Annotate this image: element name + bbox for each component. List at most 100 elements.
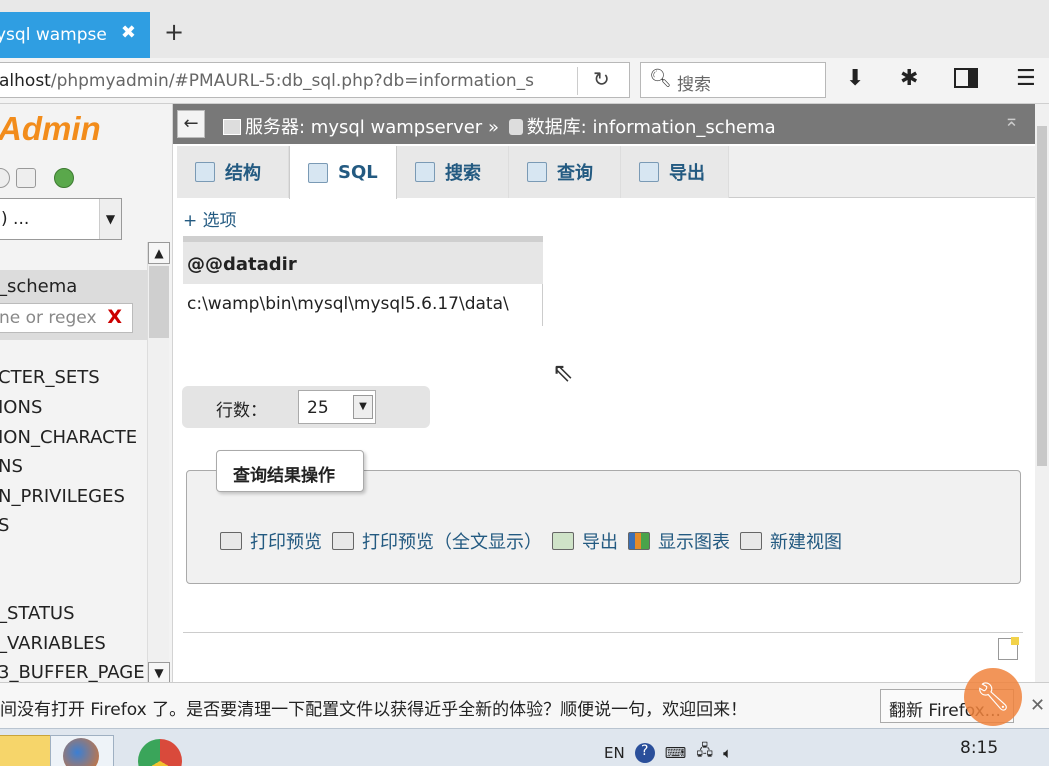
filter-placeholder: ne or regex bbox=[0, 308, 97, 328]
folder-icon[interactable] bbox=[0, 735, 54, 766]
url-bar[interactable]: alhost/phpmyadmin/#PMAURL-5:db_sql.php?d… bbox=[0, 62, 630, 98]
database-icon bbox=[508, 119, 523, 135]
tab-title: ysql wampse bbox=[0, 25, 107, 45]
navigation-scrollbar[interactable]: ▲ ▼ bbox=[147, 242, 170, 684]
display-chart-link[interactable]: 显示图表 bbox=[628, 528, 730, 554]
notification-bar: 间没有打开 Firefox 了。是否要清理一下配置文件以获得近乎全新的体验？顺便… bbox=[0, 682, 1049, 728]
url-text: alhost/phpmyadmin/#PMAURL-5:db_sql.php?d… bbox=[0, 71, 534, 91]
search-icon: 🔍︎ bbox=[649, 68, 672, 89]
url-divider bbox=[577, 67, 578, 95]
main-scrollbar[interactable] bbox=[1035, 104, 1049, 682]
scroll-down-icon[interactable]: ▼ bbox=[148, 662, 170, 684]
chart-icon bbox=[628, 532, 650, 550]
print-preview-full-link[interactable]: 打印预览（全文显示） bbox=[332, 528, 542, 554]
reload-nav-icon[interactable] bbox=[54, 168, 74, 188]
wrench-icon[interactable]: 🔧︎ bbox=[964, 668, 1022, 726]
options-link[interactable]: + 选项 bbox=[183, 206, 237, 231]
operations-legend: 查询结果操作 bbox=[216, 450, 364, 492]
tab-strip bbox=[0, 0, 1049, 58]
collapse-icon[interactable]: ⌅ bbox=[1004, 110, 1019, 131]
column-name: @@datadir bbox=[187, 254, 297, 275]
print-icon bbox=[220, 532, 242, 550]
table-item[interactable]: CTER_SETS bbox=[0, 367, 100, 388]
print-icon bbox=[332, 532, 354, 550]
print-preview-link[interactable]: 打印预览 bbox=[220, 528, 322, 554]
tab-sql[interactable]: SQL bbox=[289, 146, 397, 199]
system-tray: EN ? ⌨ 🖧 🔈︎ bbox=[604, 740, 732, 765]
breadcrumb-bar: ← 服务器: mysql wampserver » 数据库: informati… bbox=[173, 104, 1035, 144]
main-tabs: 结构 SQL 搜索 查询 导出 bbox=[177, 146, 1035, 199]
create-view-link[interactable]: 新建视图 bbox=[740, 528, 842, 554]
table-item[interactable]: _STATUS bbox=[0, 603, 75, 624]
tab-query[interactable]: 查询 bbox=[509, 146, 621, 198]
clock[interactable]: 8:15 bbox=[960, 738, 998, 758]
language-indicator[interactable]: EN bbox=[604, 744, 625, 762]
sidebar-icon[interactable] bbox=[954, 68, 978, 88]
table-item[interactable]: ION_CHARACTE bbox=[0, 427, 137, 448]
chevron-down-icon: ▼ bbox=[99, 199, 121, 239]
scroll-thumb[interactable] bbox=[1037, 126, 1047, 466]
close-icon[interactable]: ✕ bbox=[1030, 695, 1045, 716]
rows-per-page: 行数： 25 ▼ bbox=[182, 386, 430, 428]
mouse-cursor-icon: ⇖ bbox=[552, 358, 574, 388]
menu-icon[interactable]: ☰ bbox=[1016, 66, 1036, 91]
rows-label: 行数： bbox=[216, 401, 267, 421]
table-item[interactable]: _VARIABLES bbox=[0, 633, 106, 654]
phpmyadmin-logo: Admin bbox=[0, 110, 101, 147]
ime-icon[interactable]: ⌨ bbox=[665, 744, 687, 762]
scroll-thumb[interactable] bbox=[149, 266, 169, 338]
operations-actions: 打印预览 打印预览（全文显示） 导出 显示图表 新建视图 bbox=[220, 528, 842, 554]
tab-structure[interactable]: 结构 bbox=[177, 146, 289, 198]
scroll-up-icon[interactable]: ▲ bbox=[148, 242, 170, 264]
rows-value: 25 bbox=[307, 398, 329, 418]
cell-value: c:\wamp\bin\mysql\mysql5.6.17\data\ bbox=[187, 294, 509, 314]
query-icon bbox=[527, 162, 547, 182]
note-icon[interactable] bbox=[998, 637, 1019, 660]
table-item[interactable]: N_PRIVILEGES bbox=[0, 486, 125, 507]
table-item[interactable]: S bbox=[0, 515, 9, 536]
database-name: _schema bbox=[0, 276, 78, 297]
search-placeholder: 搜索 bbox=[677, 75, 711, 95]
help-icon[interactable]: ? bbox=[634, 742, 655, 763]
network-icon[interactable]: 🖧 bbox=[696, 740, 713, 765]
result-cell[interactable]: c:\wamp\bin\mysql\mysql5.6.17\data\ bbox=[183, 284, 543, 326]
chevron-down-icon: ▼ bbox=[353, 395, 373, 419]
database-select[interactable]: ) ... ▼ bbox=[0, 198, 122, 240]
chrome-icon[interactable] bbox=[138, 739, 182, 766]
back-arrow-icon[interactable]: ← bbox=[177, 110, 205, 138]
search-icon bbox=[415, 162, 435, 182]
browser-tab[interactable]: ysql wampse ✖ bbox=[0, 12, 150, 58]
export-link[interactable]: 导出 bbox=[552, 528, 618, 554]
table-item[interactable]: NS bbox=[0, 456, 23, 477]
download-icon[interactable]: ⬇ bbox=[846, 66, 864, 91]
settings-icon[interactable]: ✱ bbox=[900, 66, 918, 91]
tab-search[interactable]: 搜索 bbox=[397, 146, 509, 198]
search-box[interactable]: 🔍︎ 搜索 bbox=[640, 62, 826, 98]
divider bbox=[183, 632, 1023, 633]
database-select-value: ) ... bbox=[1, 209, 30, 229]
table-item[interactable]: IONS bbox=[0, 397, 42, 418]
structure-icon bbox=[195, 162, 215, 182]
new-tab-button[interactable]: + bbox=[164, 18, 184, 46]
export-icon bbox=[639, 162, 659, 182]
breadcrumb: 服务器: mysql wampserver » 数据库: information… bbox=[223, 113, 776, 139]
notification-message: 间没有打开 Firefox 了。是否要清理一下配置文件以获得近乎全新的体验？顺便… bbox=[0, 700, 748, 720]
docs-icon[interactable] bbox=[16, 168, 36, 188]
rows-select[interactable]: 25 ▼ bbox=[298, 390, 376, 424]
export-icon bbox=[552, 532, 574, 550]
clear-filter-icon[interactable]: X bbox=[107, 306, 122, 328]
breadcrumb-database[interactable]: 数据库: information_schema bbox=[527, 117, 776, 138]
breadcrumb-server[interactable]: 服务器: mysql wampserver bbox=[245, 117, 482, 138]
view-icon bbox=[740, 532, 762, 550]
firefox-icon[interactable] bbox=[50, 735, 114, 766]
sql-icon bbox=[308, 162, 328, 183]
result-column-header[interactable]: @@datadir bbox=[183, 236, 543, 284]
tab-close-icon[interactable]: ✖ bbox=[121, 22, 136, 43]
table-item[interactable]: 3_BUFFER_PAGE bbox=[0, 662, 145, 683]
reload-icon[interactable]: ↻ bbox=[593, 67, 610, 91]
taskbar bbox=[0, 728, 1049, 766]
server-icon bbox=[223, 119, 241, 135]
tab-export[interactable]: 导出 bbox=[621, 146, 729, 198]
table-filter-input[interactable]: ne or regex X bbox=[0, 303, 133, 333]
volume-icon[interactable]: 🔈︎ bbox=[723, 744, 732, 762]
